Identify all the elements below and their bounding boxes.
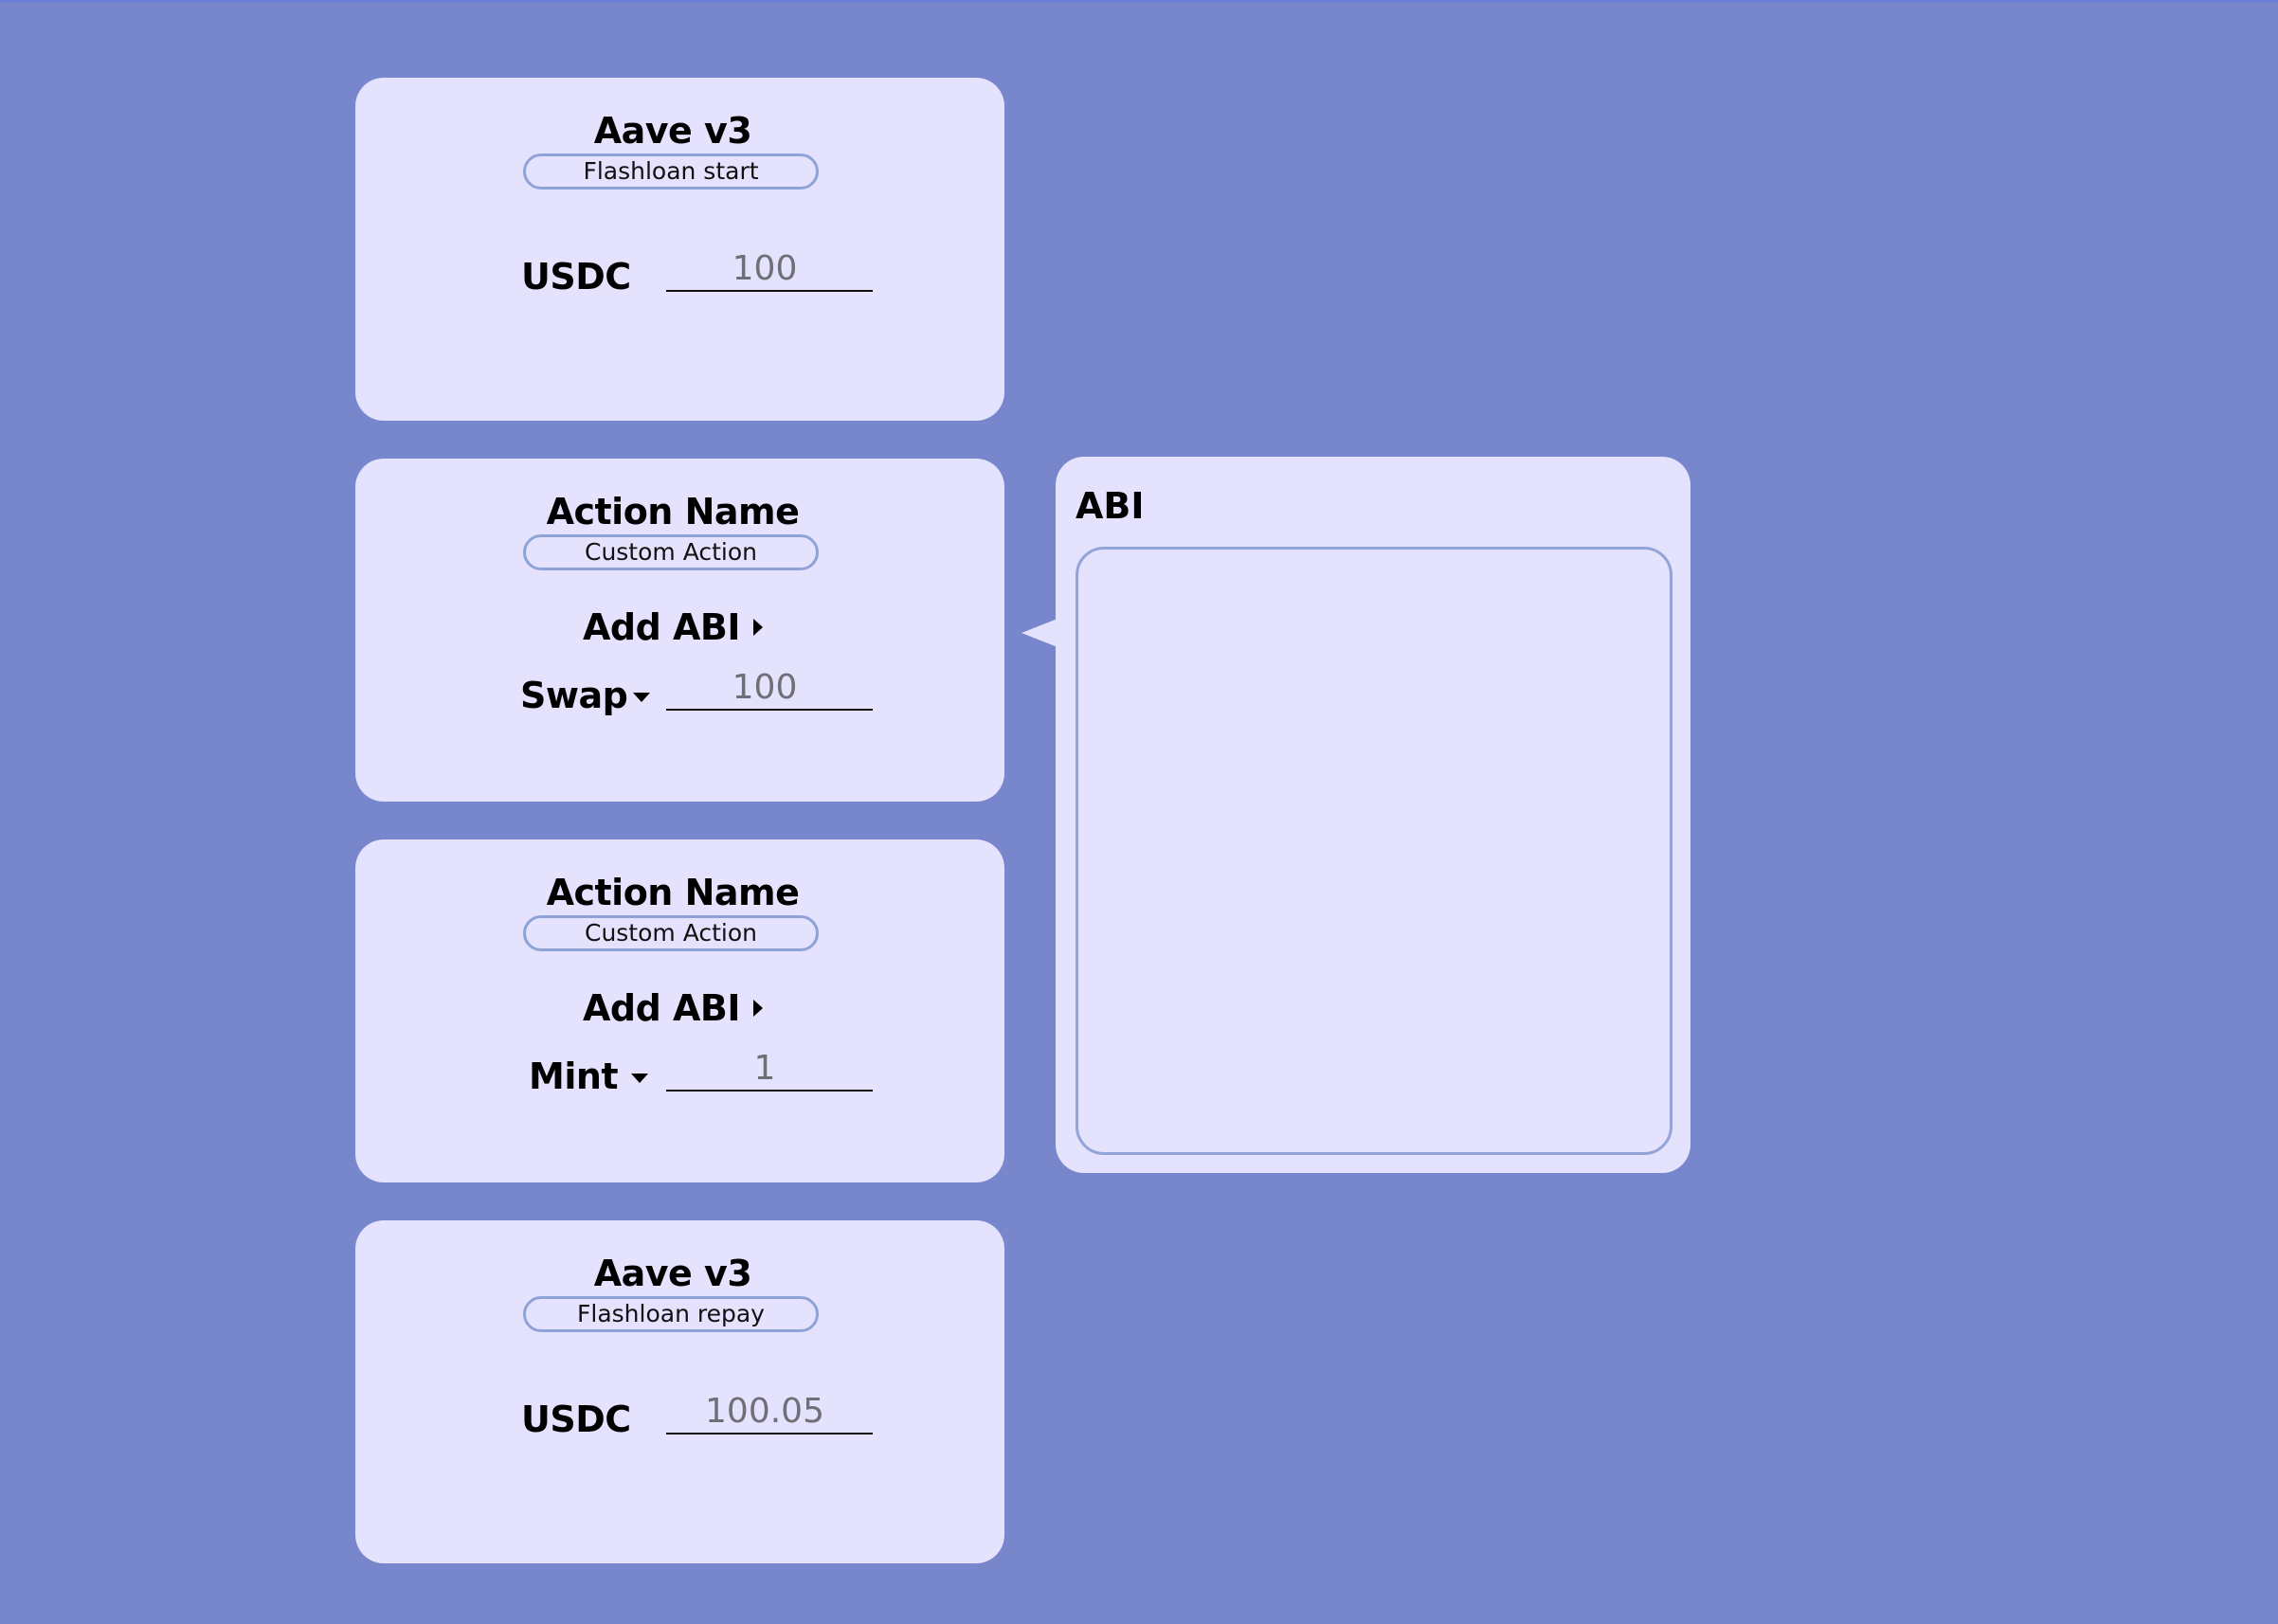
- action-tag[interactable]: Custom Action: [523, 915, 819, 951]
- token-label: USDC: [521, 1398, 631, 1440]
- triangle-right-icon: [753, 1000, 764, 1017]
- token-label: USDC: [521, 256, 631, 298]
- action-tag[interactable]: Flashloan repay: [523, 1296, 819, 1332]
- triangle-right-icon: [753, 619, 764, 636]
- abi-popover: ABI: [1056, 457, 1690, 1173]
- amount-input[interactable]: 100: [666, 667, 873, 711]
- action-card-flashloan-repay: Aave v3 Flashloan repay USDC 100.05: [355, 1220, 1004, 1563]
- card-title: Action Name: [546, 872, 800, 913]
- function-dropdown[interactable]: Mint: [529, 1054, 649, 1099]
- amount-input[interactable]: 100.05: [666, 1391, 873, 1435]
- abi-textarea[interactable]: [1076, 547, 1672, 1155]
- card-title: Aave v3: [593, 110, 752, 152]
- triangle-down-icon: [631, 1074, 649, 1083]
- abi-popover-pointer: [1021, 619, 1058, 647]
- function-label: Swap: [520, 675, 628, 716]
- action-tag[interactable]: Flashloan start: [523, 153, 819, 189]
- amount-input[interactable]: 100: [666, 248, 873, 292]
- card-title: Aave v3: [593, 1253, 752, 1294]
- add-abi-label: Add ABI: [582, 606, 741, 648]
- add-abi-button[interactable]: Add ABI: [355, 604, 990, 650]
- triangle-down-icon: [633, 693, 651, 702]
- action-card-custom-swap: Action Name Custom Action Add ABI Swap 1…: [355, 459, 1004, 802]
- function-dropdown[interactable]: Swap: [520, 673, 651, 718]
- abi-title: ABI: [1076, 485, 1145, 527]
- action-card-flashloan-start: Aave v3 Flashloan start USDC 100: [355, 78, 1004, 421]
- function-label: Mint: [529, 1056, 619, 1097]
- action-card-custom-mint: Action Name Custom Action Add ABI Mint 1: [355, 839, 1004, 1182]
- add-abi-button[interactable]: Add ABI: [355, 985, 990, 1031]
- amount-input[interactable]: 1: [666, 1048, 873, 1092]
- add-abi-label: Add ABI: [582, 987, 741, 1029]
- card-title: Action Name: [546, 491, 800, 532]
- action-tag[interactable]: Custom Action: [523, 534, 819, 570]
